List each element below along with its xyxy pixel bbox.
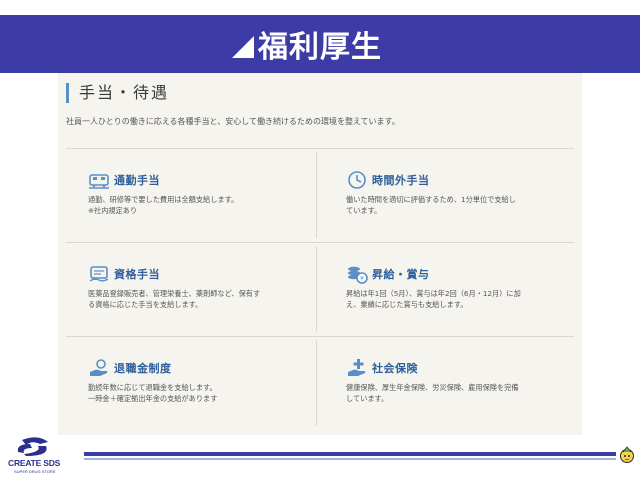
benefit-title: 退職金制度	[114, 362, 172, 375]
logo-text: CREATE SDS	[8, 458, 61, 468]
benefit-text: 一時金＋確定拠出年金の支給があります	[88, 394, 218, 403]
grid-divider	[316, 340, 317, 426]
benefit-text: ※社内規定あり	[88, 206, 138, 215]
mascot-icon	[620, 446, 634, 463]
triangle-icon	[232, 36, 254, 58]
footer-rule-light	[84, 458, 616, 460]
train-icon	[89, 174, 109, 189]
hand-coin-icon	[90, 359, 108, 376]
benefit-text: 医薬品登録販売者、管理栄養士、薬剤師など、保有す	[88, 289, 261, 298]
section-heading: 手当・待遇	[66, 83, 169, 103]
logo-subtext: SUPER DRUG STORE	[14, 469, 56, 474]
grid-divider	[316, 246, 317, 332]
title-banner: 福利厚生	[0, 15, 640, 73]
benefits-panel: 手当・待遇 社員一人ひとりの働きに応える各種手当と、安心して働き続けるための環境…	[58, 73, 582, 435]
benefit-text: 昇給は年1回（5月）、賞与は年2回（6月・12月）に加	[346, 289, 521, 298]
benefit-card-retirement: 退職金制度 勤続年数に応じて退職金を支給します。 一時金＋確定拠出年金の支給があ…	[66, 336, 316, 430]
benefit-title: 昇給・賞与	[372, 268, 430, 281]
benefit-text: 通勤、研修等で要した費用は全額支給します。	[88, 195, 239, 204]
benefit-text: 健康保険、厚生年金保険、労災保険、雇用保険を完備	[346, 383, 519, 392]
benefit-card-social-insurance: 社会保険 健康保険、厚生年金保険、労災保険、雇用保険を完備 しています。	[324, 336, 574, 430]
section-description: 社員一人ひとりの働きに応える各種手当と、安心して働き続けるための環境を整えていま…	[66, 117, 400, 126]
benefit-title: 社会保険	[372, 362, 418, 375]
benefit-card-qualification: 資格手当 医薬品登録販売者、管理栄養士、薬剤師など、保有す る資格に応じた手当を…	[66, 242, 316, 336]
grid-divider	[316, 152, 317, 238]
page-title: 福利厚生	[258, 30, 382, 65]
benefit-text: る資格に応じた手当を支給します。	[88, 300, 203, 309]
benefit-card-commute: 通勤手当 通勤、研修等で要した費用は全額支給します。 ※社内規定あり	[66, 148, 316, 242]
license-card-icon	[89, 266, 109, 282]
svg-text:¥: ¥	[360, 276, 364, 283]
benefit-text: 勤続年数に応じて退職金を支給します。	[88, 383, 217, 392]
footer-rule	[84, 452, 616, 456]
benefit-card-overtime: 時間外手当 働いた時間を適切に評価するため、1分単位で支給し ています。	[324, 148, 574, 242]
clock-icon	[348, 171, 366, 189]
benefit-title: 資格手当	[114, 268, 160, 281]
benefit-text: え、業績に応じた賞与も支給します。	[346, 300, 468, 309]
hand-plus-icon	[348, 359, 366, 376]
coins-icon: ¥	[348, 266, 368, 284]
benefit-text: ています。	[346, 206, 382, 215]
benefit-text: しています。	[346, 394, 389, 403]
benefit-card-raise-bonus: ¥ 昇給・賞与 昇給は年1回（5月）、賞与は年2回（6月・12月）に加 え、業績…	[324, 242, 574, 336]
benefit-title: 通勤手当	[114, 174, 160, 187]
benefit-title: 時間外手当	[372, 174, 430, 187]
benefit-text: 働いた時間を適切に評価するため、1分単位で支給し	[346, 195, 516, 204]
